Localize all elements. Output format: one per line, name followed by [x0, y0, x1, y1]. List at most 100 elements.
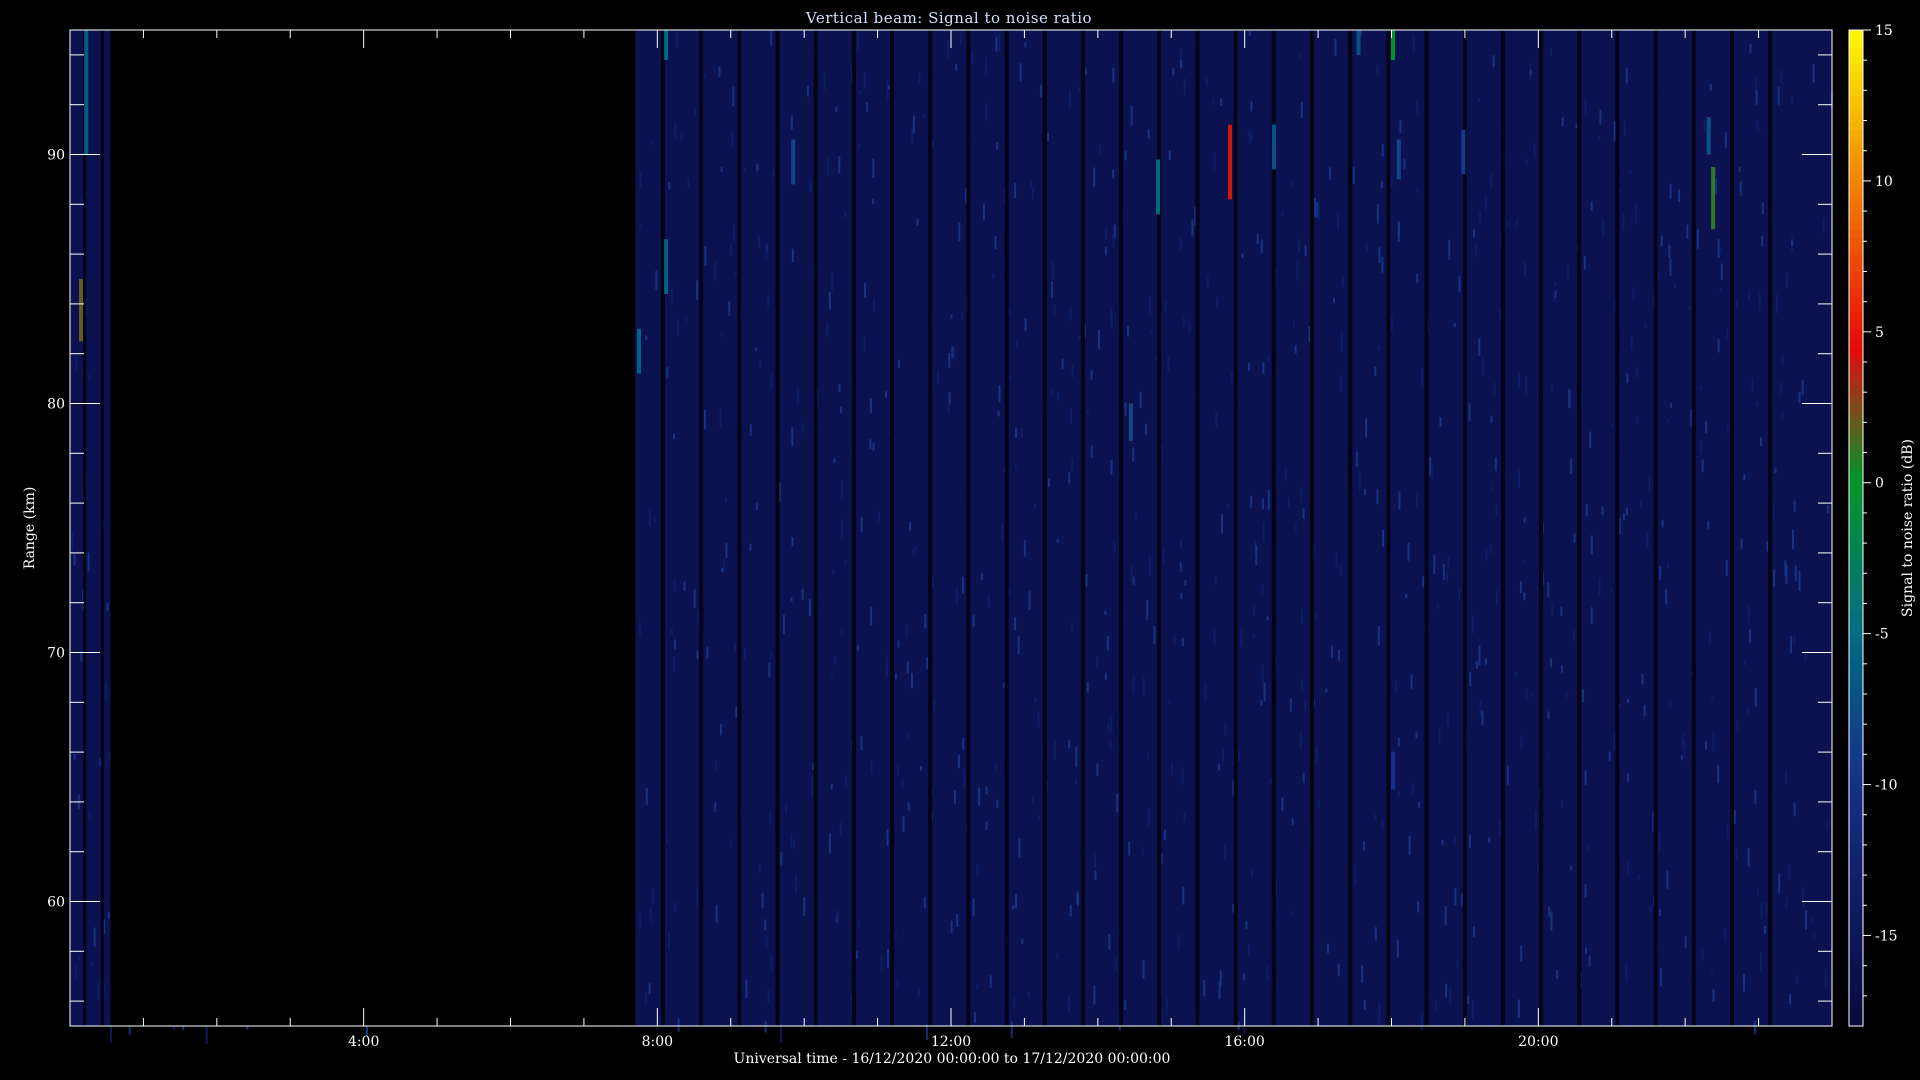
colorbar-segment: [1849, 328, 1863, 338]
colorbar-segment: [1849, 212, 1863, 222]
noise-streak: [1015, 427, 1017, 438]
colorbar-label: Signal to noise ratio (dB): [1900, 439, 1916, 617]
noise-streak: [1791, 95, 1794, 104]
noise-streak: [870, 607, 873, 626]
noise-streak: [1780, 70, 1783, 84]
noise-streak: [1448, 239, 1451, 260]
noise-streak: [920, 766, 922, 771]
colorbar-segment: [1849, 561, 1863, 571]
noise-streak: [1243, 973, 1246, 981]
noise-streak: [1184, 580, 1187, 586]
scan-gap: [1386, 30, 1391, 1026]
noise-streak: [1224, 722, 1227, 737]
noise-streak: [957, 754, 960, 769]
noise-streak: [1382, 530, 1385, 548]
noise-streak: [1611, 423, 1614, 428]
noise-streak: [1252, 605, 1255, 617]
noise-streak: [1680, 755, 1683, 761]
noise-streak: [1802, 886, 1805, 907]
noise-streak: [956, 913, 959, 927]
colorbar-segment: [1849, 660, 1863, 670]
noise-streak: [840, 629, 843, 634]
noise-streak: [1520, 735, 1523, 751]
noise-streak: [1584, 770, 1587, 786]
noise-streak: [1398, 790, 1401, 798]
noise-streak: [1495, 503, 1498, 515]
colorbar-segment: [1849, 503, 1863, 512]
noise-streak: [694, 107, 697, 118]
noise-streak: [809, 178, 812, 192]
noise-streak: [1760, 437, 1762, 446]
noise-streak: [1162, 548, 1165, 565]
noise-streak: [953, 347, 956, 361]
noise-streak: [732, 86, 735, 107]
scan-gap: [851, 30, 856, 1026]
noise-streak: [1627, 773, 1630, 782]
noise-streak: [1710, 968, 1713, 973]
scan-gap: [1080, 30, 1085, 1026]
noise-streak: [107, 912, 110, 919]
noise-streak: [1570, 458, 1573, 474]
noise-streak: [1467, 995, 1470, 1005]
noise-streak: [1519, 581, 1522, 593]
noise-streak: [1747, 847, 1750, 867]
noise-streak: [1747, 606, 1750, 623]
noise-streak: [1164, 300, 1167, 313]
noise-streak: [1435, 1000, 1437, 1012]
colorbar-segment: [1849, 569, 1863, 579]
noise-streak: [897, 640, 900, 648]
noise-streak: [1626, 373, 1629, 384]
noise-streak: [1793, 500, 1796, 512]
noise-streak: [755, 502, 758, 511]
noise-streak: [1515, 218, 1518, 226]
noise-streak: [962, 737, 965, 750]
noise-streak: [1057, 391, 1060, 402]
colorbar-segment: [1849, 154, 1863, 164]
colorbar-segment: [1849, 785, 1863, 795]
noise-streak: [1260, 239, 1263, 253]
colorbar-segment: [1849, 171, 1863, 180]
colorbar-segment: [1849, 752, 1863, 761]
noise-streak: [1212, 98, 1215, 106]
colorbar-tick-label: -15: [1875, 928, 1898, 944]
noise-streak: [1261, 665, 1264, 684]
colorbar-segment: [1849, 1009, 1863, 1019]
noise-streak: [1078, 87, 1081, 92]
noise-streak: [932, 576, 935, 588]
noise-streak: [947, 39, 949, 58]
noise-streak: [1403, 159, 1406, 169]
noise-streak: [1682, 733, 1685, 747]
colorbar-segment: [1849, 611, 1863, 620]
noise-streak: [1715, 178, 1718, 195]
noise-streak: [1381, 819, 1384, 830]
noise-streak: [1525, 375, 1528, 394]
noise-streak: [1214, 575, 1217, 585]
noise-streak: [1031, 186, 1034, 199]
noise-streak: [653, 518, 656, 523]
noise-streak: [1582, 688, 1585, 703]
noise-streak: [1670, 403, 1673, 408]
noise-streak: [791, 537, 794, 546]
noise-streak: [845, 775, 848, 787]
noise-streak: [1754, 790, 1757, 804]
noise-streak: [1473, 926, 1475, 938]
noise-streak: [1444, 906, 1447, 925]
noise-streak: [1791, 240, 1794, 246]
noise-streak: [878, 511, 880, 522]
colorbar-segment: [1849, 254, 1863, 263]
noise-streak: [887, 949, 889, 969]
noise-streak: [1726, 425, 1729, 434]
noise-streak: [1304, 701, 1307, 711]
scan-gap: [813, 30, 818, 1026]
noise-streak: [1014, 463, 1017, 470]
noise-streak: [1180, 539, 1182, 550]
noise-streak: [639, 621, 641, 636]
noise-streak: [1531, 693, 1534, 698]
scan-gap: [1539, 30, 1544, 1026]
noise-streak: [838, 383, 841, 393]
noise-streak: [770, 652, 773, 659]
noise-streak: [1586, 843, 1589, 851]
noise-streak: [719, 409, 722, 428]
noise-streak: [982, 203, 985, 220]
echo-mark: [1461, 129, 1466, 175]
